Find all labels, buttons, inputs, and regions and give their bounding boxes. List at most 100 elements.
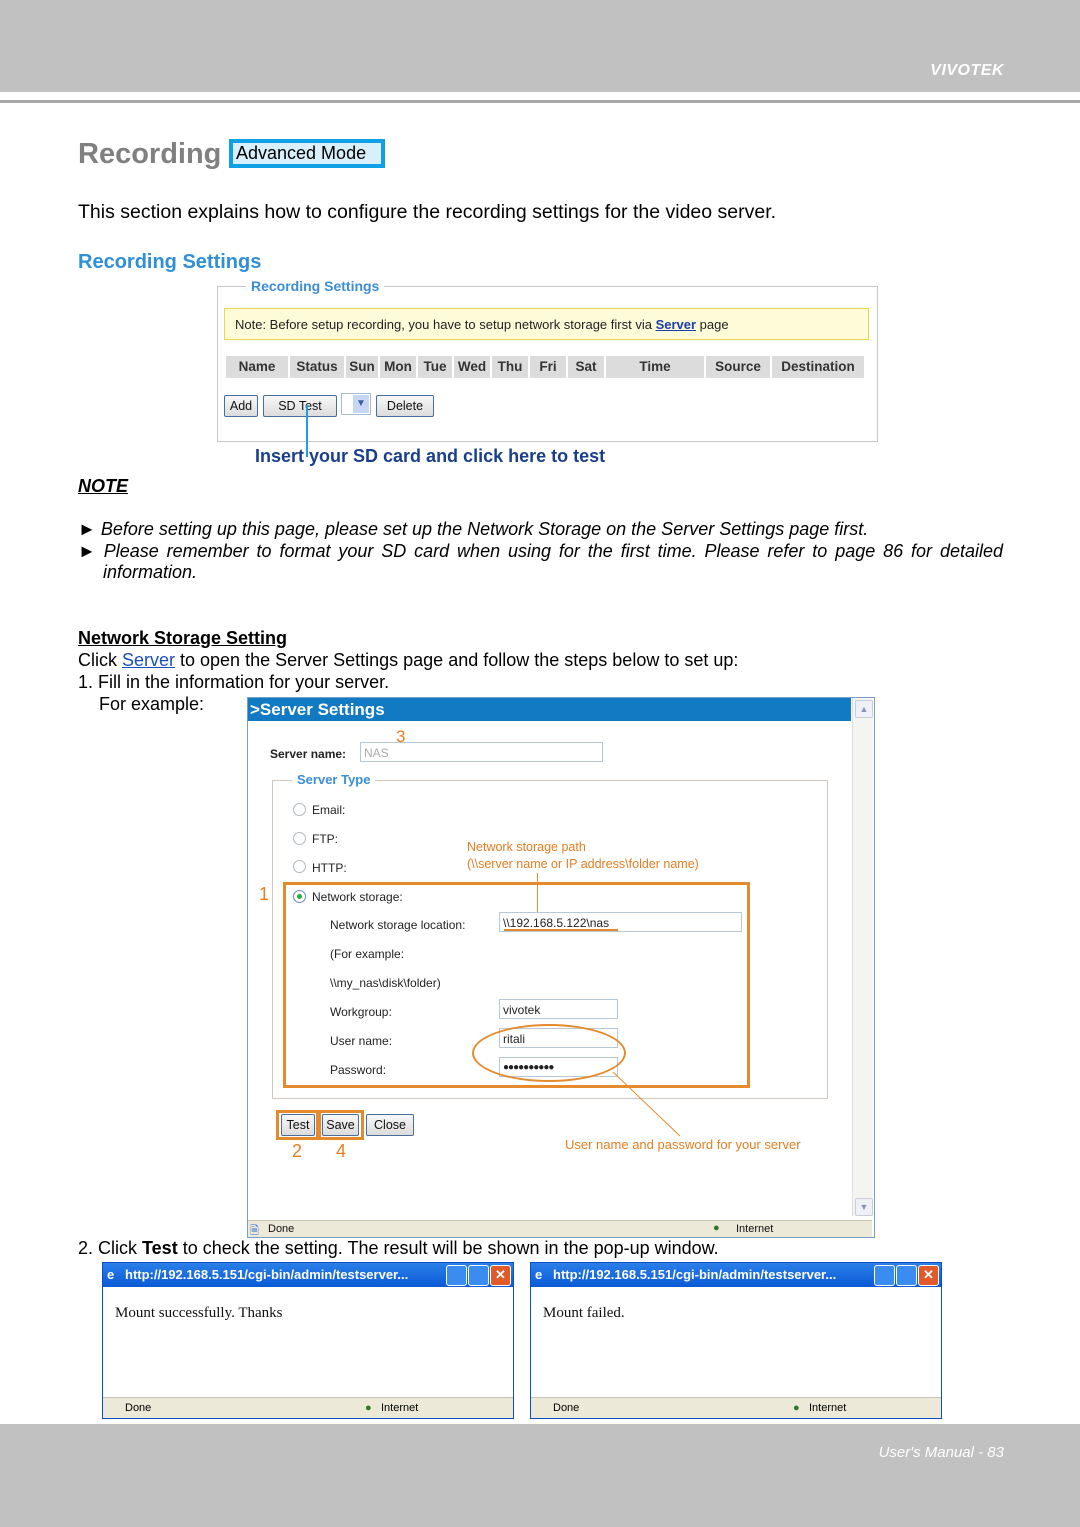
- col-header: Status: [290, 356, 344, 378]
- location-label: Network storage location:: [330, 918, 466, 932]
- radio-label: Email:: [312, 803, 346, 817]
- status-text: Done: [268, 1223, 295, 1235]
- minimize-icon[interactable]: [874, 1265, 895, 1286]
- radio-ftp[interactable]: [293, 832, 306, 845]
- annotation-step-2: 2: [292, 1141, 303, 1161]
- example-text: (For example:: [330, 947, 405, 961]
- col-header: Mon: [380, 356, 416, 378]
- browser-status-bar: 🗎 Done ● Internet: [248, 1220, 872, 1237]
- close-icon[interactable]: ✕: [918, 1265, 939, 1286]
- col-header: Time: [606, 356, 704, 378]
- workgroup-label: Workgroup:: [330, 1005, 392, 1019]
- sd-test-button[interactable]: SD Test: [263, 395, 337, 417]
- location-underline: [504, 929, 618, 931]
- radio-http[interactable]: [293, 860, 306, 873]
- workgroup-input[interactable]: vivotek: [499, 999, 618, 1019]
- col-header: Wed: [454, 356, 490, 378]
- page-header-band: [0, 0, 1080, 92]
- server-type-legend: Server Type: [292, 772, 376, 787]
- recording-note: Note: Before setup recording, you have t…: [224, 308, 869, 340]
- radio-label: Network storage:: [312, 890, 403, 904]
- page-title: Recording: [78, 138, 222, 170]
- scroll-down-icon[interactable]: ▼: [855, 1198, 873, 1216]
- col-header: Name: [226, 356, 288, 378]
- server-link[interactable]: Server: [122, 650, 175, 670]
- text: to check the setting. The result will be…: [177, 1238, 719, 1258]
- close-icon[interactable]: ✕: [490, 1265, 511, 1286]
- note-bullet: ► Before setting up this page, please se…: [78, 519, 868, 540]
- radio-network-storage[interactable]: [293, 890, 306, 903]
- globe-icon: ●: [793, 1402, 800, 1414]
- advanced-mode-label: Advanced Mode: [233, 143, 381, 164]
- radio-label: FTP:: [312, 832, 338, 846]
- popup-title-bar: e http://192.168.5.151/cgi-bin/admin/tes…: [103, 1263, 513, 1287]
- step-1-text: 1. Fill in the information for your serv…: [78, 672, 390, 692]
- step-2-text: 2. Click Test to check the setting. The …: [78, 1238, 719, 1259]
- popup-window-success: e http://192.168.5.151/cgi-bin/admin/tes…: [102, 1262, 514, 1419]
- bullet-arrow-icon: ►: [78, 519, 101, 539]
- zone-text: Internet: [381, 1402, 419, 1414]
- path-annotation-2: (\\server name or IP address\folder name…: [467, 857, 699, 871]
- path-annotation-1: Network storage path: [467, 840, 586, 854]
- col-header: Destination: [772, 356, 864, 378]
- recording-dropdown[interactable]: ▼: [341, 393, 371, 415]
- credentials-highlight-ellipse: [472, 1024, 626, 1082]
- add-button[interactable]: Add: [224, 395, 258, 417]
- recording-settings-legend: Recording Settings: [246, 278, 385, 294]
- globe-icon: ●: [365, 1402, 372, 1414]
- advanced-mode-badge: Advanced Mode: [229, 139, 385, 168]
- popup-message: Mount failed.: [543, 1305, 625, 1321]
- text: to open the Server Settings page and fol…: [175, 650, 739, 670]
- text: Click: [78, 650, 122, 670]
- test-button[interactable]: Test: [281, 1114, 315, 1136]
- password-label: Password:: [330, 1063, 387, 1077]
- maximize-icon[interactable]: [468, 1265, 489, 1286]
- ie-icon: e: [535, 1267, 543, 1282]
- scrollbar[interactable]: ▲ ▼: [852, 698, 873, 1216]
- radio-email[interactable]: [293, 803, 306, 816]
- annotation-step-3: 3: [396, 727, 406, 746]
- credentials-annotation: User name and password for your server: [565, 1137, 801, 1152]
- network-storage-heading: Network Storage Setting: [78, 628, 288, 648]
- status-text: Done: [125, 1402, 152, 1414]
- col-header: Thu: [492, 356, 528, 378]
- note-text: Note: Before setup recording, you have t…: [235, 317, 656, 332]
- zone-text: Internet: [809, 1402, 847, 1414]
- popup-message: Mount successfully. Thanks: [115, 1305, 283, 1321]
- col-header: Source: [706, 356, 770, 378]
- popup-status-bar: Done ● Internet: [103, 1397, 513, 1418]
- delete-button[interactable]: Delete: [376, 395, 434, 417]
- maximize-icon[interactable]: [896, 1265, 917, 1286]
- radio-label: HTTP:: [312, 861, 347, 875]
- text-bold: Test: [142, 1238, 178, 1258]
- server-link[interactable]: Server: [656, 317, 696, 332]
- brand-logo: VIVOTEK: [930, 62, 1004, 79]
- annotation-step-1: 1: [259, 884, 270, 904]
- note-bullet: ► Please remember to format your SD card…: [78, 541, 1003, 583]
- status-text: Done: [553, 1402, 580, 1414]
- popup-status-bar: Done ● Internet: [531, 1397, 941, 1418]
- save-button[interactable]: Save: [322, 1114, 359, 1136]
- col-header: Fri: [530, 356, 566, 378]
- close-button[interactable]: Close: [366, 1114, 414, 1136]
- col-header: Sat: [568, 356, 604, 378]
- scroll-up-icon[interactable]: ▲: [855, 700, 873, 718]
- col-header: Sun: [346, 356, 378, 378]
- popup-window-failed: e http://192.168.5.151/cgi-bin/admin/tes…: [530, 1262, 942, 1419]
- popup-title-bar: e http://192.168.5.151/cgi-bin/admin/tes…: [531, 1263, 941, 1287]
- note-bullet-text: Please remember to format your SD card w…: [103, 541, 1003, 582]
- note-bullet-text: Before setting up this page, please set …: [100, 519, 869, 539]
- section-title: Recording Settings: [78, 251, 262, 273]
- example-text: \\my_nas\disk\folder): [330, 976, 441, 990]
- globe-icon: ●: [713, 1222, 720, 1234]
- username-label: User name:: [330, 1034, 393, 1048]
- instructions-line: Click Server to open the Server Settings…: [78, 650, 738, 671]
- popup-title: http://192.168.5.151/cgi-bin/admin/tests…: [553, 1267, 837, 1282]
- note-heading: NOTE: [78, 476, 129, 496]
- for-example-text: For example:: [99, 694, 205, 714]
- minimize-icon[interactable]: [446, 1265, 467, 1286]
- note-suffix: page: [696, 317, 729, 332]
- server-settings-title: >Server Settings: [248, 698, 851, 721]
- zone-text: Internet: [736, 1223, 774, 1235]
- page-footer-band: [0, 1424, 1080, 1527]
